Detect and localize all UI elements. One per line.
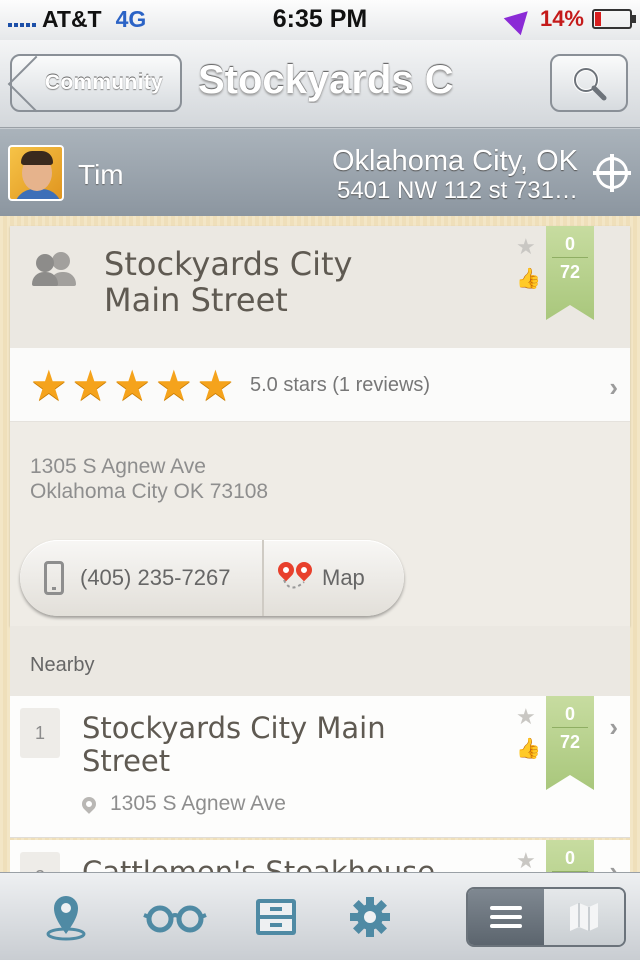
score-ribbon: 0 bbox=[546, 840, 594, 872]
thumbs-up-icon: 👍 bbox=[516, 268, 541, 290]
map-view-button[interactable] bbox=[544, 889, 624, 945]
map-pins-icon bbox=[274, 558, 316, 596]
nearby-title: Nearby bbox=[30, 654, 95, 676]
search-button[interactable] bbox=[550, 54, 628, 112]
venue-name: Stockyards City Main Street bbox=[104, 245, 353, 319]
status-bar: AT&T 4G 6:35 PM 14% bbox=[0, 0, 640, 40]
call-button[interactable]: (405) 235-7267 bbox=[20, 540, 264, 616]
battery-icon bbox=[592, 9, 636, 29]
venue-stat-icons: ★ 👍 bbox=[516, 234, 541, 292]
location-pin-icon bbox=[46, 896, 86, 941]
file-cabinet-icon bbox=[256, 899, 296, 935]
list-icon bbox=[490, 906, 522, 928]
glasses-icon bbox=[143, 905, 207, 933]
star-icon: ★ bbox=[516, 234, 536, 259]
star-icon: ★ bbox=[113, 362, 151, 409]
star-icon: ★ bbox=[30, 362, 68, 409]
tab-bar bbox=[0, 872, 640, 960]
list-item-address: 1305 S Agnew Ave bbox=[79, 792, 286, 816]
list-view-button[interactable] bbox=[468, 889, 544, 945]
ribbon-favorites-count: 0 bbox=[552, 840, 588, 872]
location-arrow-icon bbox=[503, 2, 537, 36]
tab-saved[interactable] bbox=[248, 891, 304, 943]
star-rating: ★ ★ ★ ★ ★ bbox=[30, 362, 235, 409]
ribbon-likes-count: 72 bbox=[559, 732, 581, 752]
venue-card: Stockyards City Main Street ★ 👍 0 72 ★ ★ ★… bbox=[10, 226, 630, 626]
navigation-bar: Community Stockyards C bbox=[0, 40, 640, 128]
thumbs-up-icon: 👍 bbox=[516, 738, 541, 760]
address-line-1: 1305 S Agnew Ave bbox=[30, 455, 206, 478]
star-icon: ★ bbox=[71, 362, 110, 409]
venue-header: Stockyards City Main Street ★ 👍 0 72 bbox=[10, 226, 630, 348]
score-ribbon: 0 72 bbox=[546, 226, 594, 320]
list-item-stat-icons: ★ bbox=[516, 848, 540, 872]
list-item[interactable]: 1 Stockyards City Main Street 1305 S Agn… bbox=[10, 696, 630, 838]
nearby-section-header: Nearby bbox=[10, 626, 630, 696]
chevron-right-icon: › bbox=[609, 856, 618, 872]
rating-row[interactable]: ★ ★ ★ ★ ★ 5.0 stars (1 reviews) › bbox=[10, 348, 630, 422]
ribbon-likes-count: 72 bbox=[559, 262, 581, 282]
contact-actions: (405) 235-7267 Map bbox=[20, 540, 404, 616]
back-button[interactable]: Community bbox=[10, 54, 182, 112]
search-icon bbox=[573, 67, 607, 101]
tab-settings[interactable] bbox=[342, 891, 398, 943]
page-title: Stockyards C bbox=[198, 58, 454, 102]
star-icon: ★ bbox=[154, 362, 193, 409]
chevron-right-icon: › bbox=[609, 372, 618, 402]
star-icon: ★ bbox=[516, 704, 536, 729]
list-item-name: Stockyards City Main Street bbox=[82, 711, 386, 778]
tab-places[interactable] bbox=[38, 891, 94, 943]
status-right: 14% bbox=[503, 2, 636, 36]
map-label: Map bbox=[322, 565, 365, 590]
user-location-bar: Tim Oklahoma City, OK 5401 NW 112 st 731… bbox=[0, 128, 640, 216]
avatar[interactable] bbox=[8, 145, 64, 201]
address-line-2: Oklahoma City OK 73108 bbox=[30, 480, 269, 503]
main-content[interactable]: Stockyards City Main Street ★ 👍 0 72 ★ ★ ★… bbox=[0, 216, 640, 872]
star-icon: ★ bbox=[196, 362, 235, 409]
chevron-right-icon: › bbox=[609, 712, 618, 742]
location-address[interactable]: 5401 NW 112 st 731… bbox=[337, 177, 578, 205]
map-button[interactable]: Map bbox=[264, 540, 404, 616]
list-item-address-text: 1305 S Agnew Ave bbox=[110, 792, 286, 815]
location-pin-icon bbox=[79, 794, 99, 814]
list-item-name: Cattlemen's Steakhouse bbox=[82, 855, 436, 873]
ribbon-favorites-count: 0 bbox=[552, 226, 588, 258]
gear-icon bbox=[350, 897, 390, 937]
ribbon-favorites-count: 0 bbox=[552, 696, 588, 728]
score-ribbon: 0 72 bbox=[546, 696, 594, 790]
list-item-number: 1 bbox=[20, 708, 60, 758]
phone-icon bbox=[44, 561, 64, 595]
rating-text: 5.0 stars (1 reviews) bbox=[250, 374, 431, 396]
map-icon bbox=[570, 903, 598, 931]
locate-me-icon[interactable] bbox=[593, 154, 631, 192]
battery-percent: 14% bbox=[539, 6, 584, 31]
tab-explore[interactable] bbox=[140, 891, 210, 943]
list-item[interactable]: 2 Cattlemen's Steakhouse ★ 0 › bbox=[10, 840, 630, 872]
community-people-icon bbox=[32, 252, 76, 286]
phone-number: (405) 235-7267 bbox=[80, 565, 231, 590]
view-mode-toggle bbox=[466, 887, 626, 947]
star-icon: ★ bbox=[516, 848, 536, 872]
location-city[interactable]: Oklahoma City, OK bbox=[332, 145, 578, 178]
user-name[interactable]: Tim bbox=[78, 159, 124, 191]
venue-address: 1305 S Agnew Ave Oklahoma City OK 73108 bbox=[30, 454, 268, 504]
list-item-number: 2 bbox=[20, 852, 60, 872]
list-item-stat-icons: ★ 👍 bbox=[516, 704, 541, 762]
